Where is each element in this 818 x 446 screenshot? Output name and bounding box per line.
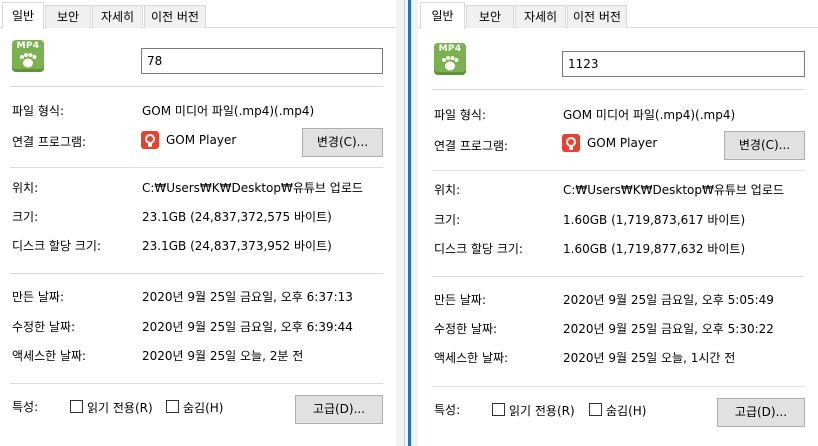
created-value: 2020년 9월 25일 금요일, 오후 6:37:13 (142, 290, 353, 304)
size-value: 23.1GB (24,837,372,575 바이트) (142, 210, 332, 224)
properties-dialog-right: 일반 보안 자세히 이전 버전 MP4 1123 파일 형식: GOM 미디어 … (418, 0, 818, 446)
footprint-icon (442, 56, 459, 71)
properties-dialog-left: 일반 보안 자세히 이전 버전 MP4 78 파일 형식: GOM 미디어 파일… (0, 0, 396, 446)
file-type-value: GOM 미디어 파일(.mp4)(.mp4) (142, 104, 315, 118)
modified-label: 수정한 날짜: (434, 322, 498, 336)
tab-security[interactable]: 보안 (45, 5, 91, 28)
separator (10, 86, 383, 87)
created-value: 2020년 9월 25일 금요일, 오후 5:05:49 (563, 293, 774, 307)
attributes-label: 특성: (434, 403, 461, 417)
readonly-label: 읽기 전용(R) (509, 404, 575, 418)
created-label: 만든 날짜: (12, 290, 65, 304)
location-label: 위치: (12, 181, 39, 195)
size-on-disk-label: 디스크 할당 크기: (434, 242, 523, 256)
hidden-checkbox[interactable] (166, 400, 179, 413)
file-type-value: GOM 미디어 파일(.mp4)(.mp4) (563, 108, 736, 122)
location-value: C:₩Users₩K₩Desktop₩유튜브 업로드 (563, 183, 784, 197)
file-name-input[interactable]: 1123 (562, 51, 805, 77)
accessed-value: 2020년 9월 25일 오늘, 2분 전 (142, 349, 304, 363)
file-type-label: 파일 형식: (12, 104, 65, 118)
location-value: C:₩Users₩K₩Desktop₩유튜브 업로드 (142, 181, 363, 195)
advanced-button[interactable]: 고급(D)... (295, 395, 383, 424)
mp4-file-icon: MP4 (434, 43, 466, 75)
gom-player-icon (141, 131, 159, 149)
separator (10, 273, 383, 274)
file-name-input[interactable]: 78 (141, 48, 383, 74)
readonly-checkbox[interactable] (70, 400, 83, 413)
tab-bar: 일반 보안 자세히 이전 버전 (0, 0, 396, 29)
size-value: 1.60GB (1,719,873,617 바이트) (563, 213, 746, 227)
separator (432, 276, 805, 277)
readonly-label: 읽기 전용(R) (87, 401, 153, 415)
app-name: GOM Player (587, 136, 658, 150)
tab-previous-versions[interactable]: 이전 버전 (144, 5, 206, 28)
footprint-icon (20, 53, 37, 68)
tab-bar: 일반 보안 자세히 이전 버전 (418, 0, 818, 29)
tab-details[interactable]: 자세히 (92, 5, 143, 28)
change-button[interactable]: 변경(C)... (302, 128, 383, 157)
mp4-icon-label: MP4 (16, 41, 40, 51)
separator (10, 383, 383, 384)
separator (432, 386, 805, 387)
hidden-label: 숨김(H) (606, 404, 647, 418)
tab-security[interactable]: 보안 (466, 5, 514, 28)
tab-details[interactable]: 자세히 (515, 5, 566, 28)
created-label: 만든 날짜: (434, 293, 487, 307)
separator (10, 167, 383, 168)
size-label: 크기: (434, 213, 461, 227)
readonly-checkbox[interactable] (492, 403, 505, 416)
hidden-checkbox[interactable] (589, 403, 602, 416)
size-on-disk-label: 디스크 할당 크기: (12, 239, 101, 253)
advanced-button[interactable]: 고급(D)... (717, 398, 805, 427)
accessed-label: 액세스한 날짜: (12, 349, 87, 363)
window-divider (396, 0, 418, 446)
tab-general[interactable]: 일반 (2, 2, 44, 29)
gom-player-icon (562, 134, 580, 152)
change-button[interactable]: 변경(C)... (724, 131, 805, 160)
separator (432, 89, 805, 90)
location-label: 위치: (434, 183, 461, 197)
size-on-disk-value: 1.60GB (1,719,877,632 바이트) (563, 242, 746, 256)
attributes-label: 특성: (12, 400, 39, 414)
size-label: 크기: (12, 210, 39, 224)
tab-previous-versions[interactable]: 이전 버전 (567, 5, 627, 28)
accessed-value: 2020년 9월 25일 오늘, 1시간 전 (563, 351, 736, 365)
modified-value: 2020년 9월 25일 금요일, 오후 5:30:22 (563, 322, 774, 336)
separator (432, 170, 805, 171)
accessed-label: 액세스한 날짜: (434, 351, 509, 365)
mp4-file-icon: MP4 (12, 40, 44, 72)
file-type-label: 파일 형식: (434, 108, 487, 122)
size-on-disk-value: 23.1GB (24,837,373,952 바이트) (142, 239, 332, 253)
opens-with-label: 연결 프로그램: (434, 139, 509, 153)
app-name: GOM Player (166, 133, 237, 147)
mp4-icon-label: MP4 (438, 44, 462, 54)
hidden-label: 숨김(H) (183, 401, 224, 415)
modified-label: 수정한 날짜: (12, 320, 76, 334)
opens-with-label: 연결 프로그램: (12, 135, 87, 149)
modified-value: 2020년 9월 25일 금요일, 오후 6:39:44 (142, 320, 353, 334)
tab-general[interactable]: 일반 (420, 2, 465, 29)
